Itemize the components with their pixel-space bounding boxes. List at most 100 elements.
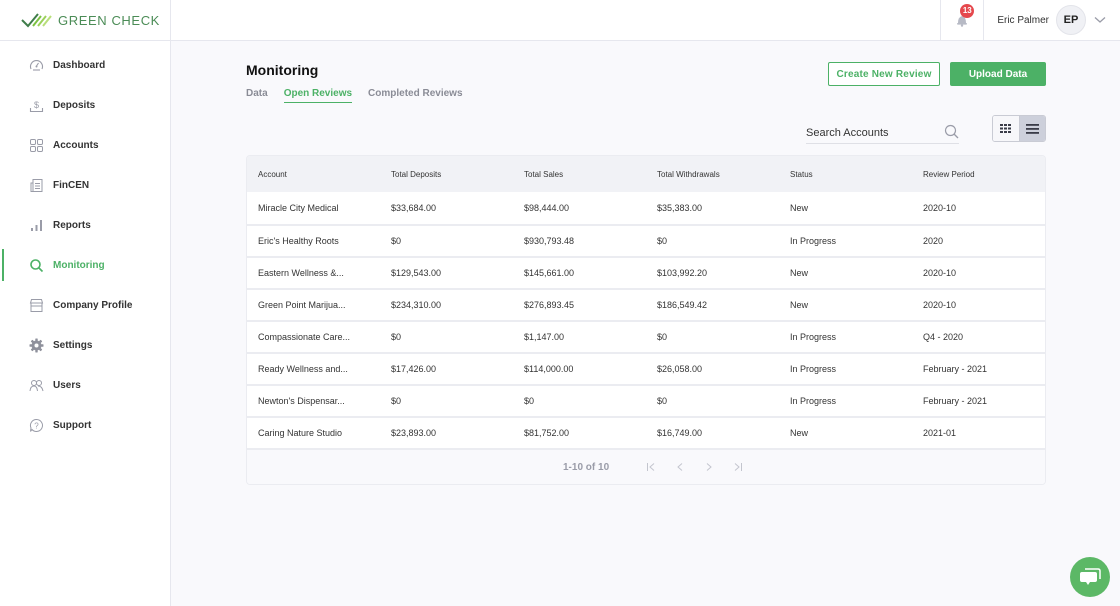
cell-review-period: 2020-10: [923, 268, 957, 278]
accounts-grid-icon: [30, 138, 43, 152]
sidebar-item-reports[interactable]: Reports: [0, 213, 170, 237]
tab-open-reviews[interactable]: Open Reviews: [283, 88, 353, 103]
create-new-review-button[interactable]: Create New Review: [828, 62, 940, 86]
cell-total-deposits: $0: [391, 332, 402, 342]
table-row[interactable]: Ready Wellness and... $17,426.00 $114,000.…: [247, 352, 1045, 384]
help-icon: ?: [29, 418, 43, 432]
table-header: Account Total Deposits Total Sales Total…: [247, 156, 1045, 192]
cell-total-withdrawals: $103,992.20: [657, 268, 708, 278]
sidebar-item-users[interactable]: Users: [0, 373, 170, 397]
deposit-icon: $: [29, 100, 44, 112]
chevron-down-icon: [1094, 17, 1106, 23]
cell-total-deposits: $0: [391, 396, 402, 406]
sidebar-item-monitoring[interactable]: Monitoring: [0, 253, 170, 277]
table-row[interactable]: Compassionate Care... $0 $1,147.00 $0 In Pro…: [247, 320, 1045, 352]
cell-account: Newton's Dispensar...: [258, 396, 345, 406]
storefront-icon: [29, 298, 44, 312]
cell-review-period: 2020-10: [923, 203, 957, 213]
cell-total-sales: $81,752.00: [524, 428, 570, 438]
sidebar-item-accounts[interactable]: Accounts: [0, 133, 170, 157]
cell-total-sales: $930,793.48: [524, 236, 575, 246]
pagination: 1-10 of 10: [247, 448, 1045, 484]
column-header-total-deposits[interactable]: Total Deposits: [380, 170, 513, 179]
search-icon[interactable]: [944, 124, 959, 139]
table-row[interactable]: Miracle City Medical $33,684.00 $98,444.00…: [247, 192, 1045, 224]
sidebar-item-fincen[interactable]: FinCEN: [0, 173, 170, 197]
sidebar-item-settings[interactable]: Settings: [0, 333, 170, 357]
cell-total-withdrawals: $0: [657, 332, 668, 342]
cell-review-period: 2020-10: [923, 300, 957, 310]
search-input[interactable]: [806, 126, 936, 139]
last-page-button[interactable]: [723, 462, 752, 472]
cell-status: In Progress: [790, 364, 837, 374]
cell-account: Miracle City Medical: [258, 203, 339, 213]
cell-total-withdrawals: $26,058.00: [657, 364, 703, 374]
last-page-icon: [734, 463, 742, 471]
cell-total-deposits: $23,893.00: [391, 428, 437, 438]
cell-total-deposits: $33,684.00: [391, 203, 437, 213]
cell-total-sales: $0: [524, 396, 535, 406]
sidebar-item-dashboard[interactable]: Dashboard: [0, 53, 170, 77]
upload-data-button[interactable]: Upload Data: [950, 62, 1046, 86]
cell-total-deposits: $0: [391, 236, 402, 246]
brand-logo[interactable]: GREEN CHECK: [0, 0, 171, 41]
cell-total-deposits: $129,543.00: [391, 268, 442, 278]
table-row[interactable]: Green Point Marijua... $234,310.00 $276,89…: [247, 288, 1045, 320]
cell-total-withdrawals: $186,549.42: [657, 300, 708, 310]
cell-status: New: [790, 428, 809, 438]
column-header-account[interactable]: Account: [247, 170, 380, 179]
search-accounts: [806, 122, 959, 144]
cell-status: New: [790, 300, 809, 310]
cell-review-period: February - 2021: [923, 396, 988, 406]
view-toggle: [992, 115, 1046, 142]
previous-page-button[interactable]: [665, 462, 694, 472]
column-header-status[interactable]: Status: [779, 170, 912, 179]
column-header-review-period[interactable]: Review Period: [912, 170, 1045, 179]
checkmark-logo-icon: [21, 13, 52, 28]
user-menu[interactable]: Eric Palmer EP: [984, 0, 1120, 41]
dashboard-icon: [29, 59, 44, 71]
first-page-icon: [646, 463, 654, 471]
cell-status: In Progress: [790, 396, 837, 406]
cell-account: Eastern Wellness &...: [258, 268, 344, 278]
search-icon: [30, 258, 44, 272]
svg-text:$: $: [34, 100, 39, 110]
sidebar-item-company-profile[interactable]: Company Profile: [0, 293, 170, 317]
column-header-total-withdrawals[interactable]: Total Withdrawals: [646, 170, 779, 179]
table-row[interactable]: Newton's Dispensar... $0 $0 $0 In Progress Fe…: [247, 384, 1045, 416]
sidebar: Dashboard $ Deposits Accounts FinCEN Rep…: [0, 41, 171, 606]
table-row[interactable]: Eastern Wellness &... $129,543.00 $145,661…: [247, 256, 1045, 288]
cell-total-sales: $1,147.00: [524, 332, 565, 342]
column-header-total-sales[interactable]: Total Sales: [513, 170, 646, 179]
open-reviews-table: Account Total Deposits Total Sales Total…: [246, 155, 1046, 485]
grid-icon: [1000, 124, 1012, 133]
cell-review-period: 2020: [923, 236, 944, 246]
grid-view-button[interactable]: [993, 116, 1020, 141]
next-page-button[interactable]: [694, 462, 723, 472]
users-icon: [29, 379, 44, 391]
chevron-left-icon: [676, 463, 682, 471]
document-icon: [30, 178, 43, 192]
tab-bar: Data Open Reviews Completed Reviews: [246, 88, 479, 103]
sidebar-item-deposits[interactable]: $ Deposits: [0, 93, 170, 117]
cell-status: In Progress: [790, 236, 837, 246]
top-header: GREEN CHECK 13 Eric Palmer EP: [0, 0, 1120, 41]
tab-completed-reviews[interactable]: Completed Reviews: [368, 88, 462, 103]
gear-icon: [29, 338, 44, 352]
svg-text:?: ?: [34, 421, 39, 430]
list-view-button[interactable]: [1019, 116, 1045, 141]
list-icon: [1025, 123, 1039, 134]
notification-count-badge: 13: [960, 3, 975, 18]
chat-widget-button[interactable]: [1070, 557, 1110, 597]
table-row[interactable]: Eric's Healthy Roots $0 $930,793.48 $0 In Pr…: [247, 224, 1045, 256]
cell-review-period: 2021-01: [923, 428, 957, 438]
table-row[interactable]: Caring Nature Studio $23,893.00 $81,752.00…: [247, 416, 1045, 448]
first-page-button[interactable]: [636, 462, 665, 472]
user-name: Eric Palmer: [997, 14, 1049, 26]
pagination-range: 1-10 of 10: [563, 461, 610, 473]
tab-data[interactable]: Data: [246, 88, 268, 103]
cell-account: Caring Nature Studio: [258, 428, 343, 438]
notifications-button[interactable]: 13: [940, 0, 985, 41]
sidebar-item-support[interactable]: ? Support: [0, 413, 170, 437]
page-title: Monitoring: [246, 62, 319, 78]
